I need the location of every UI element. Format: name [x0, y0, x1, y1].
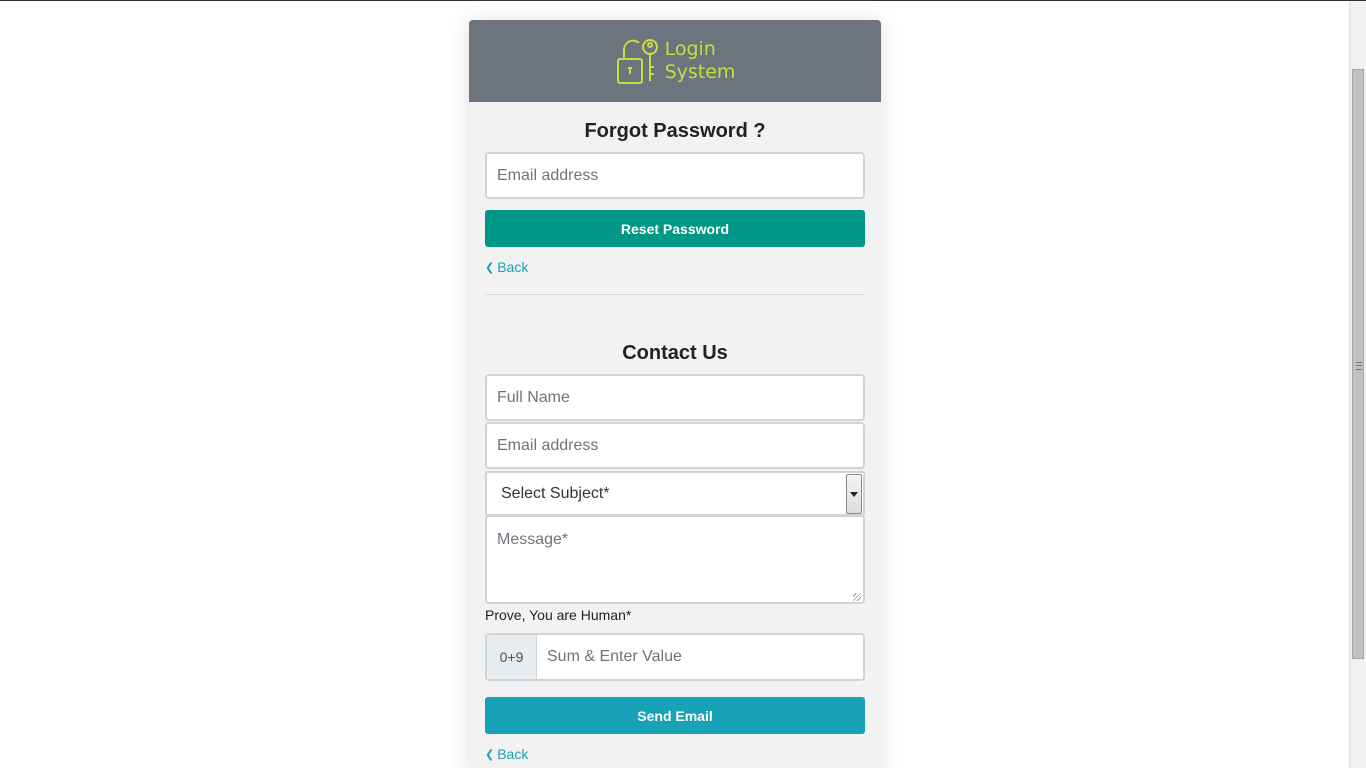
forgot-back-label: Back — [497, 259, 529, 275]
grip-icon — [1356, 362, 1362, 370]
contact-back-label: Back — [497, 746, 529, 762]
message-textarea[interactable] — [485, 515, 865, 604]
scrollbar-thumb[interactable] — [1352, 69, 1364, 659]
captcha-group: 0+9 — [485, 633, 865, 681]
logo: Login System — [615, 37, 736, 85]
resize-handle-icon[interactable] — [853, 593, 861, 601]
contact-us-title: Contact Us — [622, 342, 728, 364]
padlock-key-icon — [616, 39, 658, 84]
contact-back-link[interactable]: ❮ Back — [485, 746, 528, 762]
forgot-back-link[interactable]: ❮ Back — [485, 259, 528, 275]
subject-select-value: Select Subject* — [501, 485, 610, 502]
message-wrapper — [469, 515, 881, 604]
forgot-password-title: Forgot Password ? — [584, 120, 766, 142]
page-scrollbar[interactable] — [1349, 1, 1366, 768]
logo-text: Login System — [665, 38, 736, 84]
section-divider — [485, 294, 865, 295]
logo-line1: Login — [664, 38, 716, 60]
dropdown-arrow-icon[interactable] — [846, 474, 862, 514]
chevron-left-icon: ❮ — [485, 261, 495, 274]
forgot-email-input[interactable] — [485, 152, 865, 199]
chevron-left-icon: ❮ — [485, 748, 495, 761]
send-email-button[interactable]: Send Email — [485, 697, 865, 734]
captcha-label: Prove, You are Human* — [485, 607, 632, 623]
logo-line2: System — [664, 61, 736, 83]
form-card: Login System Forgot Password ? Reset Pas… — [469, 20, 881, 768]
reset-password-button[interactable]: Reset Password — [485, 210, 865, 247]
captcha-input[interactable] — [537, 635, 863, 679]
subject-select[interactable]: Select Subject* — [485, 471, 865, 516]
card-header: Login System — [469, 20, 881, 102]
captcha-sum: 0+9 — [487, 635, 537, 679]
contact-email-input[interactable] — [485, 422, 865, 469]
full-name-input[interactable] — [485, 374, 865, 421]
